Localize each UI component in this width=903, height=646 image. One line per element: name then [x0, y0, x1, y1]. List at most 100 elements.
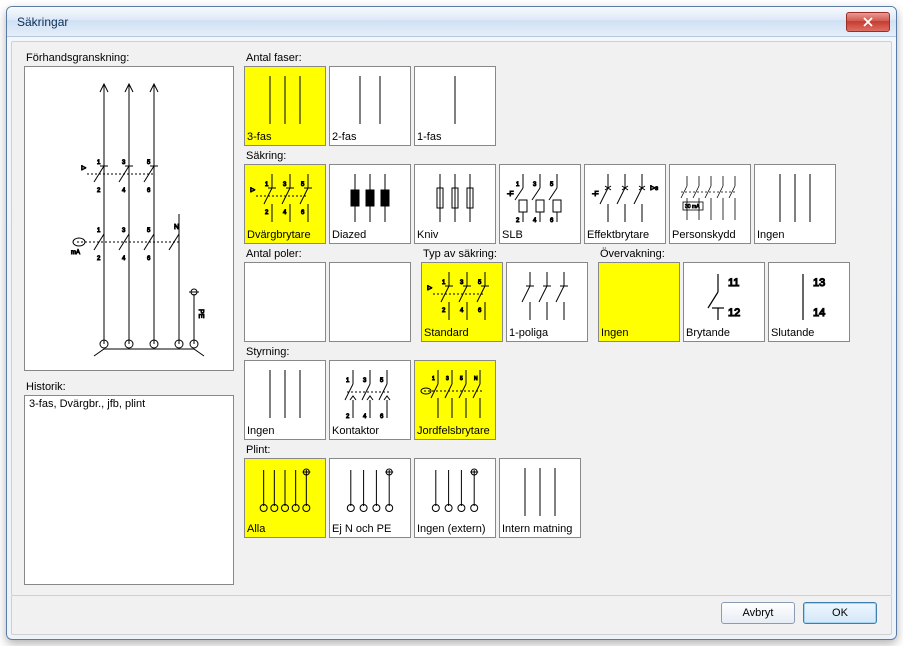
close-button[interactable]	[846, 12, 890, 32]
tile-terminal-0-icon	[247, 461, 323, 523]
tile-fuse-6-icon	[757, 167, 833, 229]
tile-poles-1[interactable]	[329, 262, 411, 342]
tile-poles-0-icon	[247, 265, 323, 339]
group-fusetype: Typ av säkring: 123456I>Standard1-poliga	[421, 248, 588, 342]
tile-control-1-icon: 123456	[332, 363, 408, 425]
tile-monitor-2-icon: 13 14	[771, 265, 847, 327]
svg-text:13: 13	[813, 277, 825, 289]
tile-monitor-1-icon: 1112	[686, 265, 762, 327]
section-phases: Antal faser: 3-fas 2-fas 1-fas	[244, 52, 879, 146]
tile-fuse-4-icon: I>s-F	[587, 167, 663, 229]
tile-fuse-5[interactable]: 30 mAPersonskydd	[669, 164, 751, 244]
tile-fuse-0[interactable]: 123456I>Dvärgbrytare	[244, 164, 326, 244]
svg-text:4: 4	[122, 256, 126, 262]
section-control: Styrning: Ingen123456Kontaktor135NJordfe…	[244, 346, 879, 440]
tile-phases-1[interactable]: 2-fas	[329, 66, 411, 146]
svg-text:1: 1	[265, 182, 269, 188]
section-mid: Antal poler: Typ av säkring: 123456I>Sta…	[244, 248, 879, 342]
svg-text:6: 6	[301, 210, 305, 216]
tile-control-0-icon	[247, 363, 323, 425]
tile-terminal-0-label: Alla	[247, 523, 323, 535]
svg-text:5: 5	[301, 182, 305, 188]
svg-text:5: 5	[147, 228, 151, 234]
tile-monitor-0[interactable]: Ingen	[598, 262, 680, 342]
cancel-button[interactable]: Avbryt	[721, 602, 795, 624]
right-column: Antal faser: 3-fas2-fas1-fas Säkring: 12…	[244, 52, 879, 585]
fusetype-label: Typ av säkring:	[423, 248, 588, 260]
history-list[interactable]: 3-fas, Dvärgbr., jfb, plint	[24, 395, 234, 585]
tile-terminal-3[interactable]: Intern matning	[499, 458, 581, 538]
tile-phases-0-label: 3-fas	[247, 131, 323, 143]
svg-text:4: 4	[533, 218, 537, 224]
tile-phases-2-icon	[417, 69, 493, 131]
ok-button[interactable]: OK	[803, 602, 877, 624]
tile-fuse-2-icon	[417, 167, 493, 229]
tile-fusetype-0-label: Standard	[424, 327, 500, 339]
svg-text:3: 3	[533, 182, 537, 188]
dialog-window: Säkringar Förhandsgranskning: I> 135	[6, 6, 897, 640]
tile-phases-1-icon	[332, 69, 408, 131]
tile-terminal-1-label: Ej N och PE	[332, 523, 408, 535]
tile-fusetype-1-label: 1-poliga	[509, 327, 585, 339]
poles-label: Antal poler:	[246, 248, 411, 260]
tile-control-2[interactable]: 135NJordfelsbrytare	[414, 360, 496, 440]
svg-text:14: 14	[813, 307, 825, 319]
preview-label: Förhandsgranskning:	[26, 52, 234, 64]
svg-text:1: 1	[97, 228, 101, 234]
tile-fuse-2[interactable]: Kniv	[414, 164, 496, 244]
tile-terminal-2-icon	[417, 461, 493, 523]
tile-control-1-label: Kontaktor	[332, 425, 408, 437]
svg-text:2: 2	[516, 218, 520, 224]
svg-text:6: 6	[380, 414, 384, 420]
svg-text:I>s: I>s	[650, 186, 658, 192]
svg-text:30 mA: 30 mA	[685, 204, 700, 210]
svg-text:4: 4	[363, 414, 367, 420]
svg-text:I>: I>	[81, 166, 87, 172]
tile-phases-0[interactable]: 3-fas	[244, 66, 326, 146]
tile-terminal-2[interactable]: Ingen (extern)	[414, 458, 496, 538]
svg-text:N: N	[474, 376, 478, 382]
monitor-label: Övervakning:	[600, 248, 850, 260]
history-item[interactable]: 3-fas, Dvärgbr., jfb, plint	[29, 398, 229, 410]
tile-monitor-1[interactable]: 1112Brytande	[683, 262, 765, 342]
tile-fuse-4-label: Effektbrytare	[587, 229, 663, 241]
tile-fuse-5-icon: 30 mA	[672, 167, 748, 229]
preview-schematic-icon: I> 135 246 N 135	[49, 74, 209, 364]
svg-text:3: 3	[283, 182, 287, 188]
svg-text:5: 5	[550, 182, 554, 188]
history-label: Historik:	[26, 381, 234, 393]
tile-monitor-2[interactable]: 1314Slutande	[768, 262, 850, 342]
svg-text:4: 4	[283, 210, 287, 216]
svg-text:I>: I>	[427, 286, 433, 292]
tile-fuse-3[interactable]: 123456-FSLB	[499, 164, 581, 244]
tile-phases-2[interactable]: 1-fas	[414, 66, 496, 146]
tile-monitor-0-label: Ingen	[601, 327, 677, 339]
svg-text:5: 5	[460, 376, 463, 382]
svg-text:3: 3	[122, 228, 126, 234]
tile-fuse-4[interactable]: I>s-FEffektbrytare	[584, 164, 666, 244]
terminal-label: Plint:	[246, 444, 879, 456]
phases-label: Antal faser:	[246, 52, 879, 64]
tile-control-0[interactable]: Ingen	[244, 360, 326, 440]
tile-poles-0[interactable]	[244, 262, 326, 342]
section-terminal: Plint: Alla Ej N och PE Ingen (extern) Inte…	[244, 444, 879, 538]
tile-fuse-0-icon: 123456I>	[247, 167, 323, 229]
titlebar: Säkringar	[7, 7, 896, 37]
preview-box: I> 135 246 N 135	[24, 66, 234, 371]
tile-fusetype-0-icon: 123456I>	[424, 265, 500, 327]
tile-monitor-0-icon	[601, 265, 677, 327]
tile-fusetype-1[interactable]: 1-poliga	[506, 262, 588, 342]
tile-terminal-1[interactable]: Ej N och PE	[329, 458, 411, 538]
tile-fuse-3-label: SLB	[502, 229, 578, 241]
footer: Avbryt OK	[11, 596, 892, 635]
tile-phases-2-label: 1-fas	[417, 131, 493, 143]
tile-fusetype-0[interactable]: 123456I>Standard	[421, 262, 503, 342]
tile-fuse-1[interactable]: Diazed	[329, 164, 411, 244]
svg-text:6: 6	[478, 308, 482, 314]
tile-terminal-0[interactable]: Alla	[244, 458, 326, 538]
tile-control-1[interactable]: 123456Kontaktor	[329, 360, 411, 440]
svg-text:-F: -F	[507, 191, 514, 198]
svg-text:3: 3	[363, 378, 367, 384]
tile-fuse-6[interactable]: Ingen	[754, 164, 836, 244]
tile-terminal-3-label: Intern matning	[502, 523, 578, 535]
